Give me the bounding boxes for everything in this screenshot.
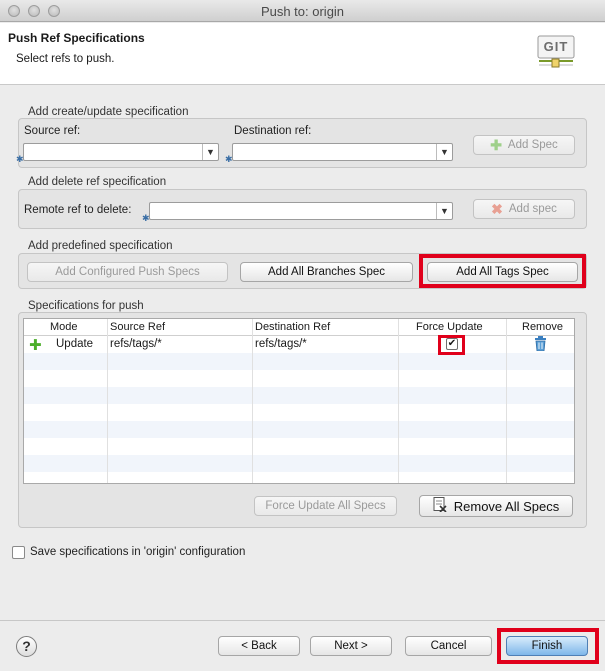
- force-update-all-specs-button[interactable]: Force Update All Specs: [254, 496, 397, 516]
- delete-ref-group-label: Add delete ref specification: [28, 176, 167, 188]
- column-divider: [506, 319, 507, 483]
- destination-ref-combo[interactable]: ▼: [232, 143, 453, 161]
- remote-ref-combo[interactable]: ▼: [149, 202, 453, 220]
- remove-all-icon: [433, 497, 447, 515]
- remove-all-specs-label: Remove All Specs: [453, 498, 560, 514]
- window-title: Push to: origin: [260, 4, 345, 19]
- destination-ref-label: Destination ref:: [234, 125, 312, 137]
- help-icon[interactable]: ?: [16, 636, 37, 657]
- save-config-checkbox[interactable]: [12, 546, 25, 559]
- wizard-header: Push Ref Specifications Select refs to p…: [0, 23, 605, 85]
- add-all-tags-spec-button[interactable]: Add All Tags Spec: [427, 262, 578, 282]
- chevron-down-icon[interactable]: ▼: [202, 144, 218, 160]
- add-spec-button[interactable]: ✚ Add Spec: [473, 135, 575, 155]
- title-bar: Push to: origin: [0, 0, 605, 22]
- column-divider: [252, 319, 253, 483]
- specs-table: Mode Source Ref Destination Ref Force Up…: [23, 318, 575, 484]
- git-logo-text: GIT: [543, 39, 569, 54]
- col-mode[interactable]: Mode: [50, 321, 78, 333]
- save-config-label[interactable]: Save specifications in 'origin' configur…: [30, 546, 245, 558]
- add-delete-spec-label: Add spec: [508, 203, 557, 215]
- trash-icon[interactable]: [534, 336, 547, 354]
- col-destination-ref[interactable]: Destination Ref: [255, 321, 330, 333]
- add-configured-push-specs-button[interactable]: Add Configured Push Specs: [27, 262, 228, 282]
- col-remove[interactable]: Remove: [522, 321, 563, 333]
- back-button[interactable]: < Back: [218, 636, 300, 656]
- page-subtitle: Select refs to push.: [16, 53, 115, 65]
- finish-button[interactable]: Finish: [506, 636, 588, 656]
- cancel-button[interactable]: Cancel: [405, 636, 492, 656]
- create-update-group-label: Add create/update specification: [28, 106, 189, 118]
- column-divider: [107, 319, 108, 483]
- required-marker-icon: ✱: [142, 213, 150, 223]
- required-marker-icon: ✱: [225, 154, 233, 164]
- chevron-down-icon[interactable]: ▼: [436, 203, 452, 219]
- chevron-down-icon[interactable]: ▼: [436, 144, 452, 160]
- plus-icon: ✚: [490, 136, 502, 153]
- col-source-ref[interactable]: Source Ref: [110, 321, 165, 333]
- required-marker-icon: ✱: [16, 154, 24, 164]
- add-delete-spec-button[interactable]: ✖ Add spec: [473, 199, 575, 219]
- row-destination-ref[interactable]: refs/tags/*: [255, 338, 307, 350]
- row-source-ref[interactable]: refs/tags/*: [110, 338, 162, 350]
- footer-divider: [0, 620, 605, 621]
- source-ref-combo[interactable]: ▼: [23, 143, 219, 161]
- column-divider: [398, 319, 399, 483]
- remove-all-specs-button[interactable]: Remove All Specs: [419, 495, 573, 517]
- highlight-box: [438, 335, 465, 355]
- specs-group-label: Specifications for push: [28, 300, 144, 312]
- col-force-update[interactable]: Force Update: [416, 321, 483, 333]
- add-spec-label: Add Spec: [507, 139, 558, 151]
- source-ref-label: Source ref:: [24, 125, 81, 137]
- add-icon: ✚: [29, 337, 42, 354]
- predefined-group-label: Add predefined specification: [28, 240, 173, 252]
- row-mode: Update: [56, 338, 94, 350]
- next-button[interactable]: Next >: [310, 636, 392, 656]
- delete-x-icon: ✖: [491, 200, 503, 217]
- git-logo-icon: GIT: [537, 35, 575, 69]
- remote-ref-label: Remote ref to delete:: [24, 204, 132, 216]
- add-all-branches-spec-button[interactable]: Add All Branches Spec: [240, 262, 413, 282]
- page-title: Push Ref Specifications: [8, 31, 145, 45]
